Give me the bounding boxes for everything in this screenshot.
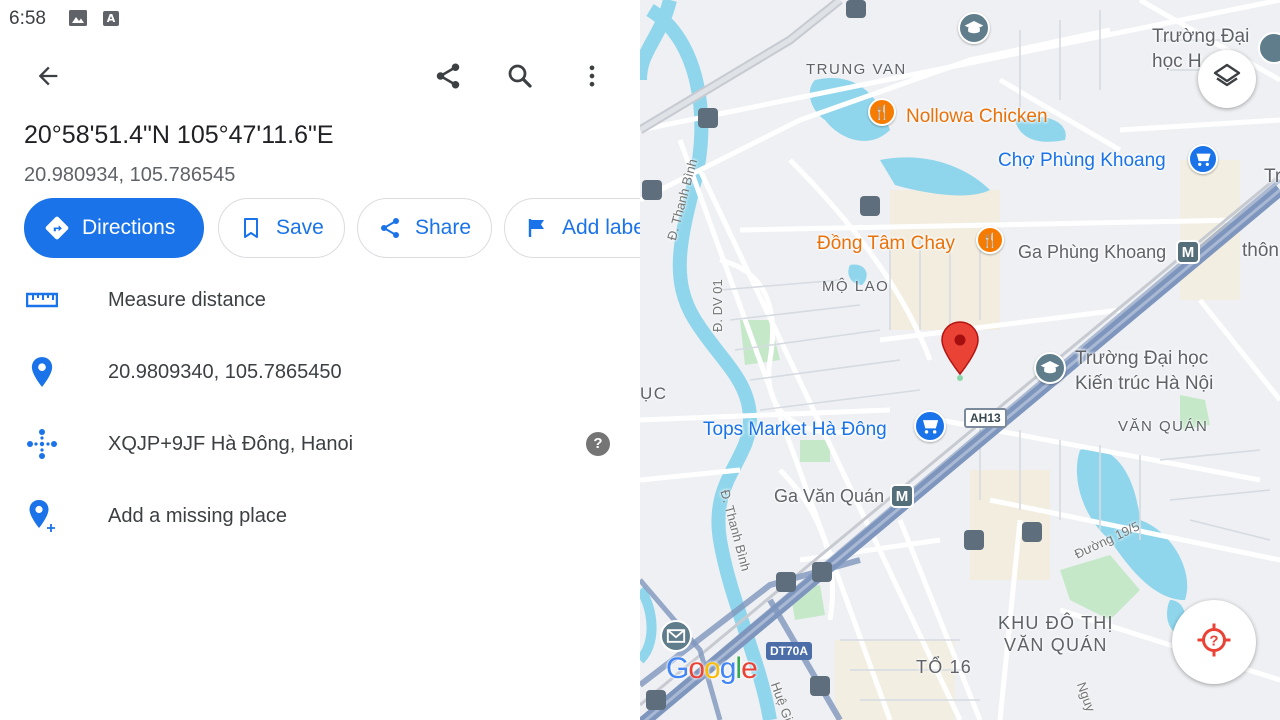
search-icon (505, 61, 535, 96)
poi-label[interactable]: Ga Văn Quán (774, 486, 884, 507)
area-label: MỘ LAO (822, 278, 890, 295)
arrow-left-icon (34, 62, 62, 95)
add-label-button[interactable]: Add label (504, 198, 640, 258)
ruler-icon (24, 282, 60, 318)
poi-label[interactable]: Nollowa Chicken (906, 106, 1048, 128)
a-notification-icon: A (103, 11, 119, 26)
measure-distance-label: Measure distance (108, 288, 266, 311)
highway-shield: AH13 (964, 408, 1007, 428)
poi-label[interactable]: Kiến trúc Hà Nội (1075, 373, 1213, 395)
school-icon[interactable] (1034, 352, 1066, 384)
more-options-button[interactable] (568, 54, 616, 102)
restaurant-icon[interactable]: 🍴 (868, 98, 896, 126)
plus-code-icon (24, 426, 60, 462)
poi-label[interactable]: Tops Market Hà Đông (703, 419, 887, 441)
area-label: KHU ĐÔ THỊ (998, 613, 1114, 633)
add-missing-place-row[interactable]: Add a missing place (0, 480, 640, 552)
image-icon (69, 10, 87, 26)
svg-text:?: ? (1209, 632, 1218, 649)
directions-label: Directions (82, 216, 176, 239)
coordinates-row[interactable]: 20.9809340, 105.7865450 (0, 336, 640, 408)
poi-label[interactable]: Trường Đại học (1075, 348, 1208, 370)
area-label: TRUNG VAN (806, 61, 907, 78)
google-logo: Google (666, 652, 758, 685)
post-office-icon[interactable] (660, 620, 692, 652)
back-button[interactable] (24, 54, 72, 102)
place-details-panel: 6:58 A 20°58'51.4"N 105°47'11.6"E 20.980… (0, 0, 640, 720)
add-label-label: Add label (562, 216, 640, 239)
measure-distance-row[interactable]: Measure distance (0, 264, 640, 336)
poi-label: thôn (1242, 240, 1279, 261)
place-subtitle: 20.980934, 105.786545 (24, 164, 236, 186)
poi-label[interactable]: Trường Đại (1152, 26, 1249, 48)
share-label: Share (415, 216, 472, 239)
help-icon[interactable]: ? (586, 432, 610, 456)
more-vert-icon (578, 62, 606, 95)
poi-label[interactable]: Đồng Tâm Chay (817, 233, 955, 255)
location-pin-icon (24, 354, 60, 390)
metro-station-icon[interactable]: M (890, 484, 914, 508)
map-layers-button[interactable] (1198, 50, 1256, 108)
share-icon (433, 61, 463, 96)
shopping-cart-icon[interactable] (1188, 144, 1218, 174)
street-label: Đ. DV 01 (710, 279, 725, 332)
dropped-pin-icon[interactable] (940, 320, 980, 382)
add-missing-place-label: Add a missing place (108, 504, 287, 527)
poi-label[interactable]: Chợ Phùng Khoang (998, 150, 1166, 172)
save-label: Save (276, 216, 324, 239)
share-icon (376, 214, 404, 242)
share-button[interactable] (424, 54, 472, 102)
action-chips: Directions Save Share Add label (24, 198, 640, 258)
school-icon[interactable] (958, 12, 990, 44)
share-chip-button[interactable]: Share (357, 198, 492, 258)
my-location-button[interactable]: ? (1172, 600, 1256, 684)
plus-code-label: XQJP+9JF Hà Đông, Hanoi (108, 432, 354, 455)
area-label: ỤC (640, 384, 668, 403)
metro-station-icon[interactable]: M (1176, 240, 1200, 264)
map-view[interactable]: 🍴 🍴 M M TRUNG VAN Nollowa Chicken Chợ Ph… (640, 0, 1280, 720)
directions-icon (43, 214, 71, 242)
area-label: VĂN QUÁN (1118, 418, 1209, 435)
status-time: 6:58 (9, 8, 46, 29)
place-title: 20°58'51.4"N 105°47'11.6"E (24, 121, 334, 149)
road-shield: DT70A (766, 642, 813, 660)
plus-code-row[interactable]: XQJP+9JF Hà Đông, Hanoi ? (0, 408, 640, 480)
restaurant-icon[interactable]: 🍴 (976, 226, 1004, 254)
bookmark-icon (237, 214, 265, 242)
shopping-cart-icon[interactable] (914, 410, 946, 442)
area-label: VĂN QUÁN (1004, 635, 1108, 655)
save-button[interactable]: Save (218, 198, 345, 258)
layers-icon (1211, 61, 1243, 98)
coordinates-label: 20.9809340, 105.7865450 (108, 360, 342, 383)
poi-label[interactable]: học H (1152, 51, 1202, 73)
area-label: TỔ 16 (916, 657, 973, 677)
directions-button[interactable]: Directions (24, 198, 204, 258)
search-button[interactable] (496, 54, 544, 102)
add-location-icon (24, 498, 60, 534)
poi-label: Tr (1264, 166, 1280, 187)
top-app-bar (0, 52, 640, 104)
location-unknown-icon: ? (1196, 622, 1232, 663)
poi-label[interactable]: Ga Phùng Khoang (1018, 242, 1166, 263)
status-bar: 6:58 A (0, 0, 640, 36)
flag-icon (523, 214, 551, 242)
